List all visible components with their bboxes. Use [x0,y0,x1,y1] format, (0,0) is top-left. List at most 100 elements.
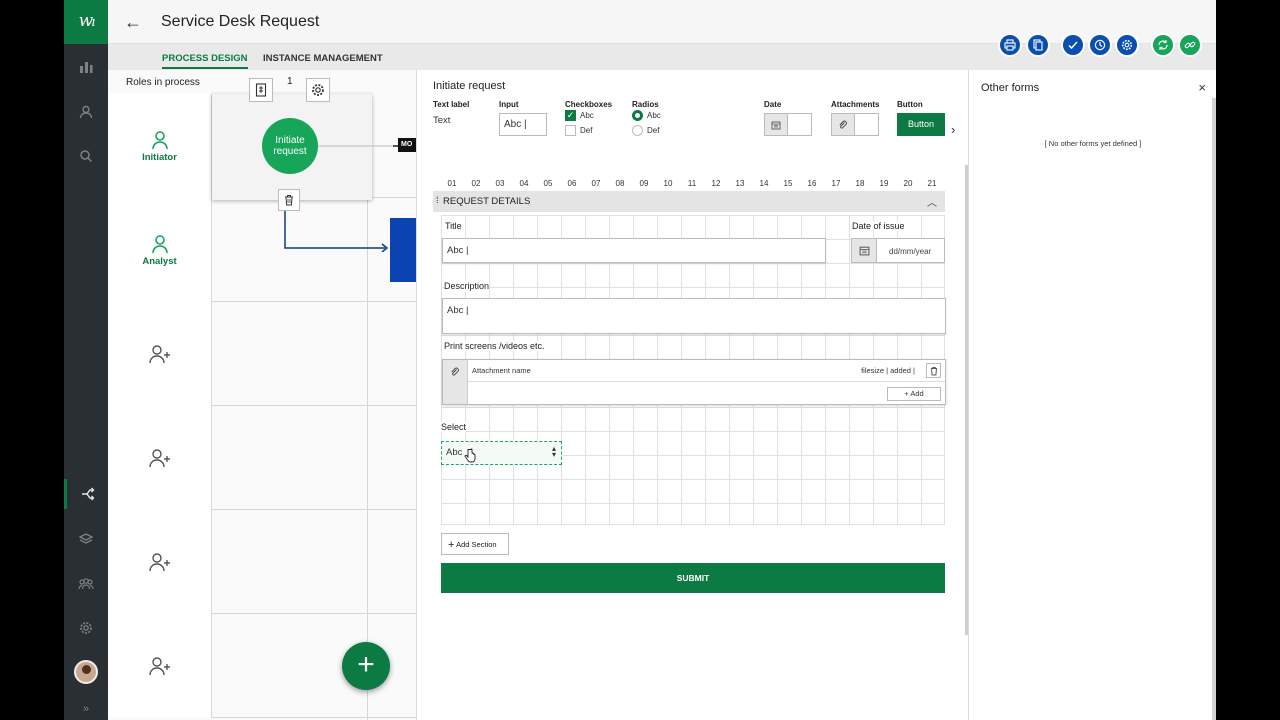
palette-date-sample [764,113,812,136]
next-step-node[interactable] [390,218,417,282]
step-settings-button[interactable] [306,78,330,102]
other-forms-panel: Other forms × [ No other forms yet defin… [968,70,1216,720]
role-analyst[interactable]: Analyst [108,198,212,302]
step-node-initiate-request[interactable]: Initiate request [262,118,318,174]
process-icon[interactable] [64,479,108,509]
paperclip-icon [443,360,468,404]
attachment-label: Print screens /videos etc. [444,341,545,351]
tab-process-design[interactable]: PROCESS DESIGN [162,53,248,69]
palette-text-sample: Text [433,115,451,126]
lane-empty[interactable] [108,510,417,614]
form-button[interactable] [249,78,273,102]
role-initiator[interactable]: Initiator [108,94,212,198]
description-textarea[interactable]: Abc | [442,298,946,334]
lane-empty[interactable] [108,302,417,406]
trash-icon[interactable] [926,363,941,378]
add-role-button[interactable] [108,406,212,510]
add-section-label: Add Section [456,540,497,549]
attachment-field[interactable]: Attachment name filesize | added | + Add [442,359,946,405]
link-button[interactable] [1178,33,1202,57]
add-role-button[interactable] [108,614,212,718]
close-icon[interactable]: × [1198,80,1206,95]
avatar[interactable] [74,660,98,684]
palette-radios[interactable]: Radios Abc Def [632,100,661,140]
column-number: 09 [639,179,649,188]
layers-icon[interactable] [64,524,108,554]
column-number: 16 [807,179,817,188]
role-label: Analyst [142,255,177,267]
add-user-icon [148,449,170,468]
submit-button[interactable]: SUBMIT [441,563,945,593]
add-role-button[interactable] [108,510,212,614]
tab-instance-management[interactable]: INSTANCE MANAGEMENT [263,53,383,64]
column-number: 03 [495,179,505,188]
analytics-icon[interactable] [64,52,108,82]
lane-empty[interactable] [108,406,417,510]
radio-selected-icon [632,110,643,121]
palette-input[interactable]: Input Abc | [499,100,547,136]
app-window: wı » ← Service Desk Request PROCESS DESI [64,0,1216,720]
expand-icon[interactable]: » [64,694,108,720]
chevron-up-icon[interactable]: ︿ [927,194,937,209]
calendar-icon[interactable] [852,239,877,262]
form-editor-panel: Initiate request Text label Text Input A… [416,70,969,720]
palette-input-sample: Abc | [499,113,547,136]
clock-icon [1094,39,1106,51]
refresh-icon [1158,40,1168,50]
process-canvas[interactable]: Roles in process Initiator Analyst MO In… [108,70,417,720]
add-attachment-button[interactable]: + Add [887,387,941,401]
palette-checkboxes[interactable]: Checkboxes ✓ Abc Def [565,100,612,140]
search-icon[interactable] [64,141,108,171]
palette-button-sample: Button [897,113,945,136]
column-number: 06 [567,179,577,188]
palette-attachment-sample [831,113,879,136]
date-of-issue-field[interactable]: dd/mm/year [851,238,945,263]
delete-step-button[interactable] [278,189,300,211]
radio-option: Def [632,125,661,136]
add-step-button[interactable]: + [342,642,390,690]
palette-date[interactable]: Date [764,100,812,136]
column-number: 13 [735,179,745,188]
palette-button[interactable]: Button Button [897,100,945,136]
select-dropdown[interactable]: Abc ▴ ▾ [441,441,562,465]
drag-handle-icon[interactable]: ⁞ [436,195,439,205]
user-icon [151,130,168,149]
settings-icon[interactable] [64,613,108,643]
date-label: Date of issue [852,221,905,231]
checkbox-checked-icon: ✓ [565,110,576,121]
history-button[interactable] [1088,33,1112,57]
team-icon[interactable] [64,569,108,599]
plus-icon: + [448,539,455,551]
calendar-icon [765,114,788,135]
add-user-icon [148,345,170,364]
section-header[interactable]: ⁞ REQUEST DETAILS ︿ [433,191,945,212]
copy-button[interactable] [1026,33,1050,57]
sidebar: wı » [64,0,108,720]
column-number: 02 [471,179,481,188]
validate-button[interactable] [1061,33,1085,57]
sync-button[interactable] [1151,33,1175,57]
role-label: Initiator [142,151,177,163]
checkbox-option: ✓ Abc [565,110,594,121]
user-icon[interactable] [64,97,108,127]
palette-text-label[interactable]: Text label Text [433,100,469,126]
add-section-button[interactable]: + Add Section [441,533,509,555]
print-button[interactable] [998,33,1022,57]
user-icon [151,234,168,253]
title-input[interactable]: Abc | [442,238,826,263]
column-number: 17 [831,179,841,188]
checkbox-option: Def [565,125,612,136]
add-role-button[interactable] [108,302,212,406]
gear-icon [1121,39,1133,51]
column-number: 08 [615,179,625,188]
step-count: 1 [287,76,293,87]
scrollbar[interactable] [1212,98,1216,720]
palette-label: Text label [433,100,470,109]
palette-attachments[interactable]: Attachments [831,100,879,136]
app-logo[interactable]: wı [64,0,108,44]
palette-next-arrow-icon[interactable]: › [951,122,955,137]
gear-icon [312,84,324,96]
back-arrow-icon[interactable]: ← [124,12,142,33]
settings-button[interactable] [1115,33,1139,57]
palette-label: Input [499,100,519,109]
